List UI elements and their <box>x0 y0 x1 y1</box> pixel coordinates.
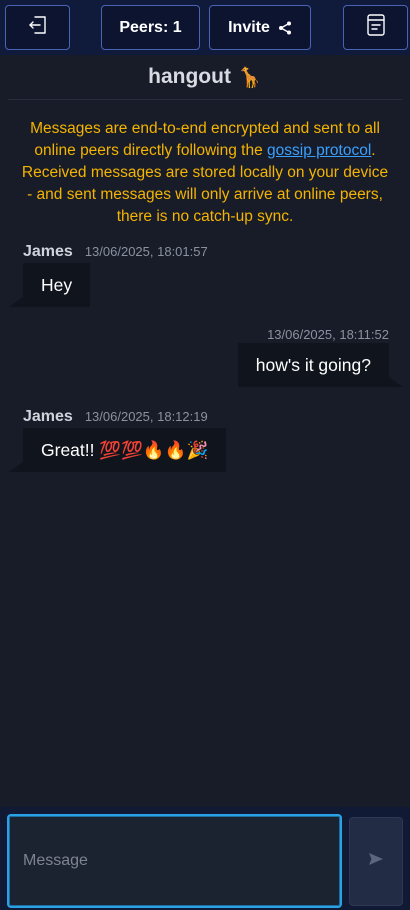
giraffe-emoji: 🦒 <box>236 66 262 89</box>
room-title: hangout 🦒 <box>8 55 402 100</box>
message-author: James <box>23 243 73 260</box>
room-title-text: hangout <box>148 65 231 88</box>
message-bubble: how's it going? <box>237 343 404 387</box>
invite-button[interactable]: Invite <box>209 5 311 50</box>
notes-button[interactable] <box>343 5 408 50</box>
exit-icon <box>26 13 50 42</box>
app: Peers: 1 Invite hangout 🦒 Messages are e… <box>0 0 410 910</box>
message-header: 13/06/2025, 18:11:52 <box>255 327 389 342</box>
peers-button[interactable]: Peers: 1 <box>101 5 200 50</box>
message-text: how's it going? <box>255 354 371 375</box>
message-text: Hey <box>41 274 73 295</box>
top-bar: Peers: 1 Invite <box>0 0 410 55</box>
message-timestamp: 13/06/2025, 18:12:19 <box>84 409 208 424</box>
share-icon <box>278 21 292 35</box>
send-button[interactable] <box>349 817 403 906</box>
message-bubble: Hey <box>8 263 91 307</box>
message-author: James <box>23 408 73 425</box>
message-header: James 13/06/2025, 18:12:19 <box>23 408 208 426</box>
peers-label: Peers: 1 <box>119 18 182 36</box>
invite-label: Invite <box>228 18 270 36</box>
send-icon <box>368 852 384 871</box>
message-text: Great!! 💯💯🔥🔥🎉 <box>41 439 209 460</box>
notes-icon <box>365 13 387 42</box>
message-header: James 13/06/2025, 18:01:57 <box>23 243 208 261</box>
message-input[interactable] <box>7 814 342 908</box>
message-timestamp: 13/06/2025, 18:01:57 <box>84 244 208 259</box>
message-bubble: Great!! 💯💯🔥🔥🎉 <box>8 428 227 472</box>
message-timestamp: 13/06/2025, 18:11:52 <box>267 327 389 342</box>
gossip-protocol-link[interactable]: gossip protocol <box>267 142 371 159</box>
encryption-notice: Messages are end-to-end encrypted and se… <box>20 118 390 228</box>
leave-button[interactable] <box>5 5 70 50</box>
